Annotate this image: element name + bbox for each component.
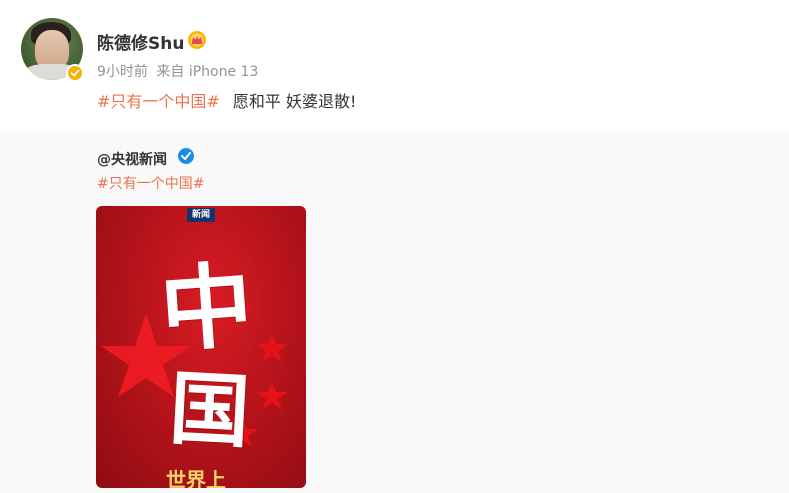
post-meta: 9小时前 来自 iPhone 13 — [97, 61, 262, 81]
news-tag: 新闻 — [187, 208, 215, 222]
post-text: 愿和平 妖婆退散! — [232, 92, 357, 111]
yellow-verified-icon — [66, 64, 84, 82]
poster-bottom-text: 世界上 — [166, 468, 226, 488]
weibo-post: 陈德修Shu 9小时前 来自 iPhone 13 #只有一个中国# 愿和平 妖婆… — [0, 0, 789, 493]
poster-title-line2: 国 — [167, 360, 253, 460]
hashtag-link[interactable]: #只有一个中国# — [97, 92, 220, 111]
author-name[interactable]: 陈德修Shu — [97, 29, 184, 54]
author-avatar[interactable] — [21, 18, 85, 82]
blue-verified-icon — [178, 148, 194, 164]
repost-hashtag-link[interactable]: #只有一个中国# — [97, 173, 204, 193]
post-header: 陈德修Shu 9小时前 来自 iPhone 13 #只有一个中国# 愿和平 妖婆… — [0, 0, 789, 131]
post-source: 来自 iPhone 13 — [156, 64, 259, 80]
post-content: #只有一个中国# 愿和平 妖婆退散! — [97, 88, 356, 112]
repost-image[interactable]: 新闻 中 国 世界上 — [96, 206, 306, 488]
post-time[interactable]: 9小时前 — [97, 64, 148, 80]
repost-card[interactable]: @央视新闻 #只有一个中国# 新闻 中 国 世界上 — [0, 131, 789, 493]
crown-icon[interactable] — [187, 30, 207, 50]
repost-author[interactable]: @央视新闻 — [97, 149, 167, 169]
